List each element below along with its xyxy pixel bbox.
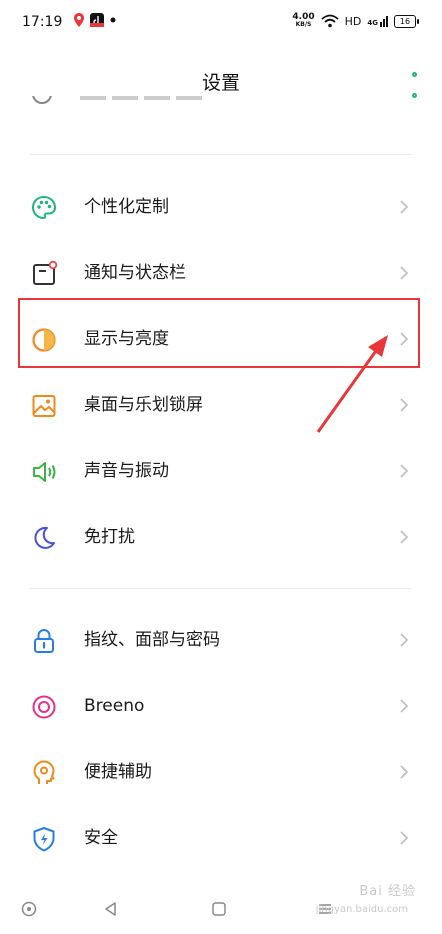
breeno-icon	[32, 695, 56, 719]
tiktok-icon	[90, 13, 104, 27]
chevron-right-icon	[400, 200, 409, 214]
settings-item-breeno[interactable]: Breeno	[0, 673, 442, 739]
signal-indicator: 4G	[367, 15, 388, 27]
location-icon	[74, 13, 84, 27]
annotation-arrow-icon	[316, 335, 388, 433]
chevron-right-icon	[400, 831, 409, 845]
palette-icon	[31, 195, 57, 220]
section-divider	[30, 154, 412, 155]
settings-item-label: 桌面与乐划锁屏	[84, 395, 203, 415]
assist-icon	[33, 760, 55, 784]
settings-item-personalization[interactable]: 个性化定制	[0, 174, 442, 240]
settings-item-label: Breeno	[84, 696, 145, 716]
status-time: 17:19	[22, 14, 63, 30]
settings-item-sound-vibration[interactable]: 声音与振动	[0, 438, 442, 504]
settings-item-label: 个性化定制	[84, 197, 169, 217]
watermark-url: jingyan.baidu.com	[315, 904, 408, 915]
watermark-logo: Bai 经验	[359, 884, 416, 899]
settings-item-label: 便捷辅助	[84, 762, 152, 782]
settings-item-do-not-disturb[interactable]: 免打扰	[0, 504, 442, 570]
settings-item-label: 声音与振动	[84, 461, 169, 481]
chevron-right-icon	[400, 530, 409, 544]
settings-item-security[interactable]: 安全	[0, 805, 442, 871]
chevron-right-icon	[400, 266, 409, 280]
shield-icon	[33, 827, 55, 852]
partial-hidden-row	[0, 96, 442, 122]
settings-item-label: 通知与状态栏	[84, 263, 186, 283]
signal-label: 4G	[367, 18, 378, 27]
net-speed-value: 4.00	[292, 12, 315, 22]
settings-item-label: 指纹、面部与密码	[84, 630, 220, 650]
page-title: 设置	[201, 72, 240, 94]
section-divider	[30, 588, 412, 589]
chevron-right-icon	[400, 699, 409, 713]
nav-back-icon[interactable]	[102, 900, 120, 918]
chevron-right-icon	[400, 633, 409, 647]
settings-item-notifications[interactable]: 通知与状态栏	[0, 240, 442, 306]
notification-icon	[33, 260, 58, 285]
hd-label: HD	[344, 14, 362, 28]
speaker-icon	[33, 462, 56, 482]
partial-row-graphic	[32, 96, 202, 104]
status-bar: 17:19 4.00 KB/S HD 4G 16	[0, 0, 442, 48]
more-options-button[interactable]	[408, 72, 420, 98]
battery-icon: 16	[394, 14, 419, 28]
dot-icon	[110, 17, 116, 23]
lock-icon	[34, 629, 54, 653]
net-speed-unit: KB/S	[295, 21, 312, 28]
net-speed: 4.00 KB/S	[292, 13, 314, 29]
wifi-icon	[321, 14, 339, 28]
moon-icon	[34, 526, 55, 549]
status-right-icons: 4.00 KB/S HD 4G 16	[292, 13, 419, 29]
settings-item-label: 免打扰	[84, 527, 135, 547]
nav-home-icon[interactable]	[210, 900, 228, 918]
settings-item-accessibility[interactable]: 便捷辅助	[0, 739, 442, 805]
status-left-icons	[74, 13, 116, 27]
nav-assistant-icon[interactable]	[20, 900, 38, 918]
more-dot-top	[411, 72, 417, 77]
settings-item-fingerprint-face-password[interactable]: 指纹、面部与密码	[0, 607, 442, 673]
settings-item-label: 安全	[84, 828, 118, 848]
wallpaper-icon	[32, 395, 56, 417]
chevron-right-icon	[400, 765, 409, 779]
chevron-right-icon	[400, 464, 409, 478]
